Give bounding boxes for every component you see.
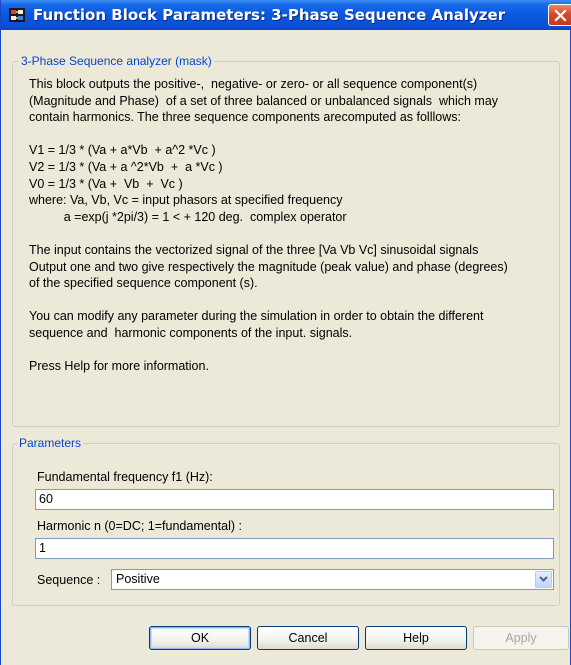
description-line: contain harmonics. The three sequence co… bbox=[29, 110, 461, 125]
description-line: V0 = 1/3 * (Va + Vb + Vc ) bbox=[29, 176, 183, 191]
chevron-down-icon bbox=[539, 576, 548, 582]
description-line: Output one and two give respectively the… bbox=[29, 259, 508, 274]
cancel-button[interactable]: Cancel bbox=[257, 626, 359, 650]
close-button[interactable] bbox=[548, 4, 571, 26]
sequence-select[interactable]: Positive bbox=[111, 569, 554, 590]
dropdown-button[interactable] bbox=[535, 571, 552, 588]
ok-button[interactable]: OK bbox=[149, 626, 251, 650]
parameters-group-legend: Parameters bbox=[17, 436, 84, 450]
sequence-selected-value: Positive bbox=[116, 572, 160, 586]
description-line: sequence and harmonic components of the … bbox=[29, 326, 353, 340]
description-line: (Magnitude and Phase) of a set of three … bbox=[29, 93, 499, 108]
description-line: You can modify any parameter during the … bbox=[29, 309, 484, 324]
harmonic-input[interactable]: 1 bbox=[35, 538, 554, 559]
title-bar[interactable]: Function Block Parameters: 3-Phase Seque… bbox=[1, 0, 571, 30]
description-line: of the specified sequence component (s). bbox=[29, 276, 258, 291]
description-line: V1 = 1/3 * (Va + a*Vb + a^2 *Vc ) bbox=[29, 143, 216, 158]
description-line: The input contains the vectorized signal… bbox=[29, 243, 479, 257]
frequency-input[interactable]: 60 bbox=[35, 489, 554, 510]
close-icon bbox=[554, 9, 567, 22]
simulink-block-icon bbox=[9, 8, 25, 22]
apply-button[interactable]: Apply bbox=[473, 626, 569, 650]
description-group-legend: 3-Phase Sequence analyzer (mask) bbox=[19, 54, 214, 68]
dialog-window: Function Block Parameters: 3-Phase Seque… bbox=[0, 0, 571, 665]
description-line: This block outputs the positive-, negati… bbox=[29, 77, 478, 91]
help-button[interactable]: Help bbox=[365, 626, 467, 650]
harmonic-label: Harmonic n (0=DC; 1=fundamental) : bbox=[37, 519, 242, 533]
description-line: where: Va, Vb, Vc = input phasors at spe… bbox=[29, 193, 343, 208]
description-line: Press Help for more information. bbox=[29, 359, 209, 374]
sequence-label: Sequence : bbox=[37, 573, 101, 587]
frequency-label: Fundamental frequency f1 (Hz): bbox=[37, 470, 213, 484]
description-line: a =exp(j *2pi/3) = 1 < + 120 deg. comple… bbox=[29, 209, 347, 224]
description-line: V2 = 1/3 * (Va + a ^2*Vb + a *Vc ) bbox=[29, 160, 223, 174]
window-title: Function Block Parameters: 3-Phase Seque… bbox=[33, 6, 506, 24]
